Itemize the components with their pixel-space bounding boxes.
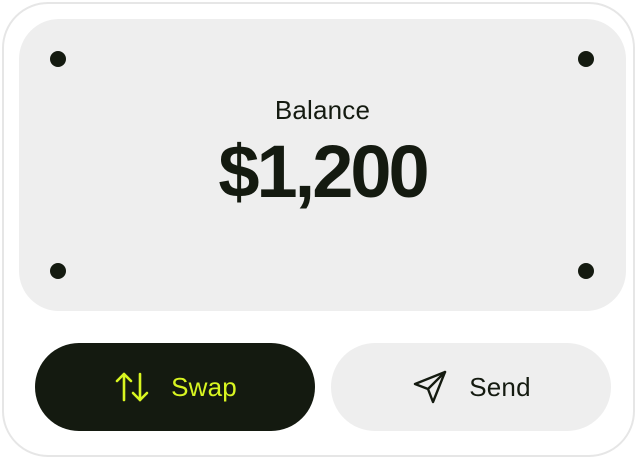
balance-label: Balance [274, 95, 371, 125]
corner-dot-top-right [578, 51, 594, 67]
corner-dot-bottom-left [50, 263, 66, 279]
send-paper-plane-icon [411, 368, 449, 406]
corner-dot-bottom-right [578, 263, 594, 279]
swap-button[interactable]: Swap [35, 343, 315, 431]
send-button[interactable]: Send [331, 343, 611, 431]
balance-amount: $1,200 [218, 130, 429, 213]
balance-card: Balance $1,200 Swap Send [2, 2, 635, 457]
swap-arrows-icon [113, 368, 151, 406]
balance-panel: Balance $1,200 [19, 19, 626, 311]
corner-dot-top-left [50, 51, 66, 67]
send-label: Send [469, 371, 531, 402]
swap-label: Swap [171, 371, 237, 402]
